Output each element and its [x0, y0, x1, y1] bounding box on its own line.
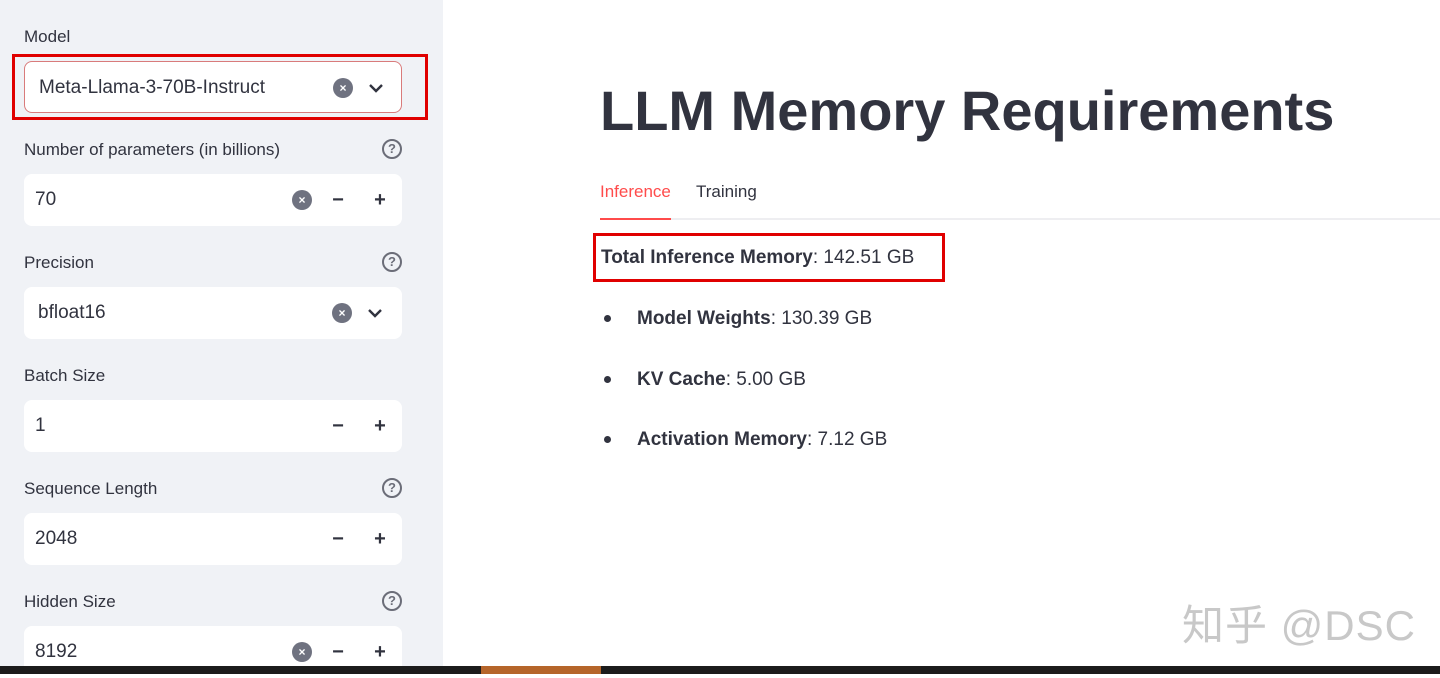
- batch-size-label: Batch Size: [24, 366, 106, 385]
- item-value: : 5.00 GB: [725, 369, 806, 390]
- bullet-icon: [604, 436, 611, 444]
- item-value: : 7.12 GB: [806, 429, 888, 450]
- taskbar: [0, 666, 1440, 674]
- item-value: : 130.39 GB: [770, 308, 873, 329]
- item-label: KV Cache: [637, 369, 726, 390]
- clear-icon[interactable]: ×: [292, 642, 312, 662]
- help-icon[interactable]: ?: [382, 591, 402, 611]
- batch-size-field: Batch Size 1 − +: [24, 364, 402, 452]
- taskbar-active-item[interactable]: [481, 666, 601, 674]
- parameters-label: Number of parameters (in billions): [24, 140, 281, 159]
- tab-inference[interactable]: Inference: [600, 180, 671, 220]
- clear-icon[interactable]: ×: [332, 303, 352, 323]
- decrement-button[interactable]: −: [324, 174, 352, 226]
- decrement-button[interactable]: −: [324, 513, 352, 565]
- watermark: 知乎 @DSC: [1182, 602, 1416, 649]
- bullet-icon: [604, 315, 611, 323]
- item-label: Activation Memory: [637, 429, 807, 450]
- list-item: Model Weights: 130.39 GB: [604, 308, 872, 330]
- sequence-length-value: 2048: [35, 528, 78, 549]
- model-field: Model Meta-Llama-3-70B-Instruct ×: [24, 25, 402, 113]
- parameters-input[interactable]: 70 × − +: [24, 174, 402, 226]
- sequence-length-field: Sequence Length? 2048 − +: [24, 477, 402, 565]
- sidebar: Model Meta-Llama-3-70B-Instruct × Number…: [0, 0, 443, 678]
- list-item: Activation Memory: 7.12 GB: [604, 429, 887, 451]
- sequence-length-input[interactable]: 2048 − +: [24, 513, 402, 565]
- increment-button[interactable]: +: [366, 174, 394, 226]
- batch-size-input[interactable]: 1 − +: [24, 400, 402, 452]
- precision-select[interactable]: bfloat16 ×: [24, 287, 402, 339]
- tab-training[interactable]: Training: [696, 180, 757, 220]
- increment-button[interactable]: +: [366, 513, 394, 565]
- hidden-size-field: Hidden Size? 8192 × − +: [24, 590, 402, 678]
- batch-size-value: 1: [35, 415, 46, 436]
- precision-value: bfloat16: [38, 302, 106, 323]
- parameters-field: Number of parameters (in billions)? 70 ×…: [24, 138, 402, 226]
- hidden-size-label: Hidden Size: [24, 592, 116, 611]
- decrement-button[interactable]: −: [324, 400, 352, 452]
- list-item: KV Cache: 5.00 GB: [604, 369, 806, 391]
- hidden-size-value: 8192: [35, 641, 78, 662]
- highlight-box: [593, 233, 945, 282]
- tab-bar: Inference Training: [600, 180, 1440, 220]
- help-icon[interactable]: ?: [382, 478, 402, 498]
- chevron-down-icon[interactable]: [364, 287, 386, 339]
- clear-icon[interactable]: ×: [292, 190, 312, 210]
- sequence-length-label: Sequence Length: [24, 479, 158, 498]
- precision-label: Precision: [24, 253, 94, 272]
- bullet-icon: [604, 376, 611, 384]
- highlight-box: [12, 54, 428, 120]
- item-label: Model Weights: [637, 308, 771, 329]
- page-title: LLM Memory Requirements: [600, 79, 1335, 142]
- parameters-value: 70: [35, 189, 57, 210]
- precision-field: Precision? bfloat16 ×: [24, 251, 402, 339]
- help-icon[interactable]: ?: [382, 139, 402, 159]
- model-label: Model: [24, 27, 71, 46]
- increment-button[interactable]: +: [366, 400, 394, 452]
- help-icon[interactable]: ?: [382, 252, 402, 272]
